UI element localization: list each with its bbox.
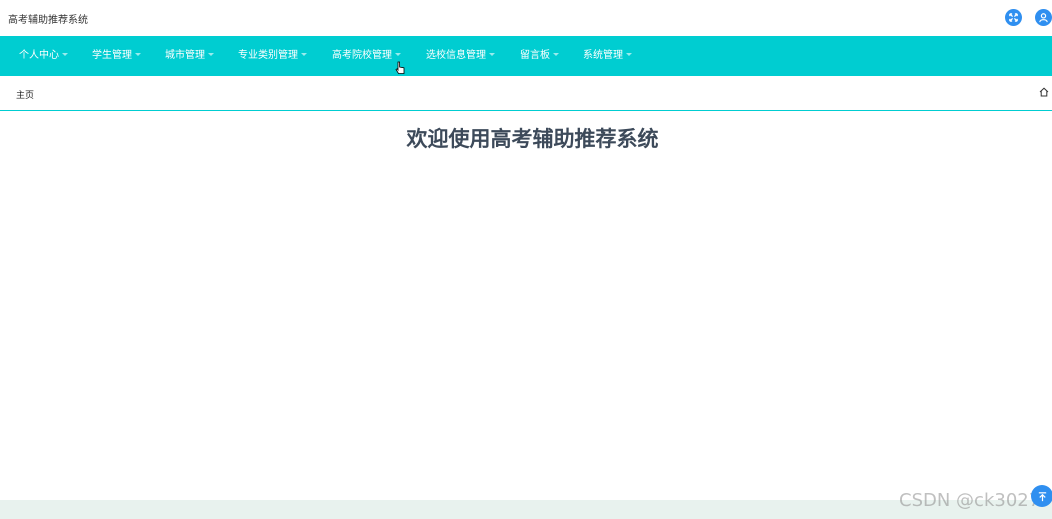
hand-cursor-icon [395,61,405,74]
chevron-down-icon [553,52,559,56]
nav-item-city-management[interactable]: 城市管理 [165,36,214,76]
fullscreen-icon[interactable] [1005,9,1022,26]
footer-band [0,500,1052,519]
chevron-down-icon [208,52,214,56]
back-to-top-button[interactable] [1031,485,1052,507]
nav-item-school-choice-management[interactable]: 选校信息管理 [426,36,495,76]
main-nav: 个人中心 学生管理 城市管理 专业类别管理 高考院校管理 选校信息管理 留言板 … [0,36,1052,76]
home-icon[interactable] [1039,87,1049,97]
chevron-down-icon [62,52,68,56]
breadcrumb-home[interactable]: 主页 [16,88,34,101]
watermark-text: CSDN @ck3027 [899,490,1041,511]
chevron-down-icon [135,52,141,56]
top-header: 高考辅助推荐系统 [0,0,1052,36]
nav-item-message-board[interactable]: 留言板 [520,36,559,76]
nav-item-major-category-management[interactable]: 专业类别管理 [238,36,307,76]
nav-item-system-management[interactable]: 系统管理 [583,36,632,76]
nav-item-student-management[interactable]: 学生管理 [92,36,141,76]
welcome-heading: 欢迎使用高考辅助推荐系统 [406,127,659,151]
chevron-down-icon [301,52,307,56]
back-to-top-icon [1038,491,1046,501]
chevron-down-icon [489,52,495,56]
user-icon[interactable] [1035,9,1052,26]
nav-item-personal-center[interactable]: 个人中心 [19,36,68,76]
breadcrumb: 主页 [0,76,1052,111]
nav-item-university-management[interactable]: 高考院校管理 [332,36,401,76]
chevron-down-icon [395,52,401,56]
app-title: 高考辅助推荐系统 [8,15,88,26]
chevron-down-icon [626,52,632,56]
